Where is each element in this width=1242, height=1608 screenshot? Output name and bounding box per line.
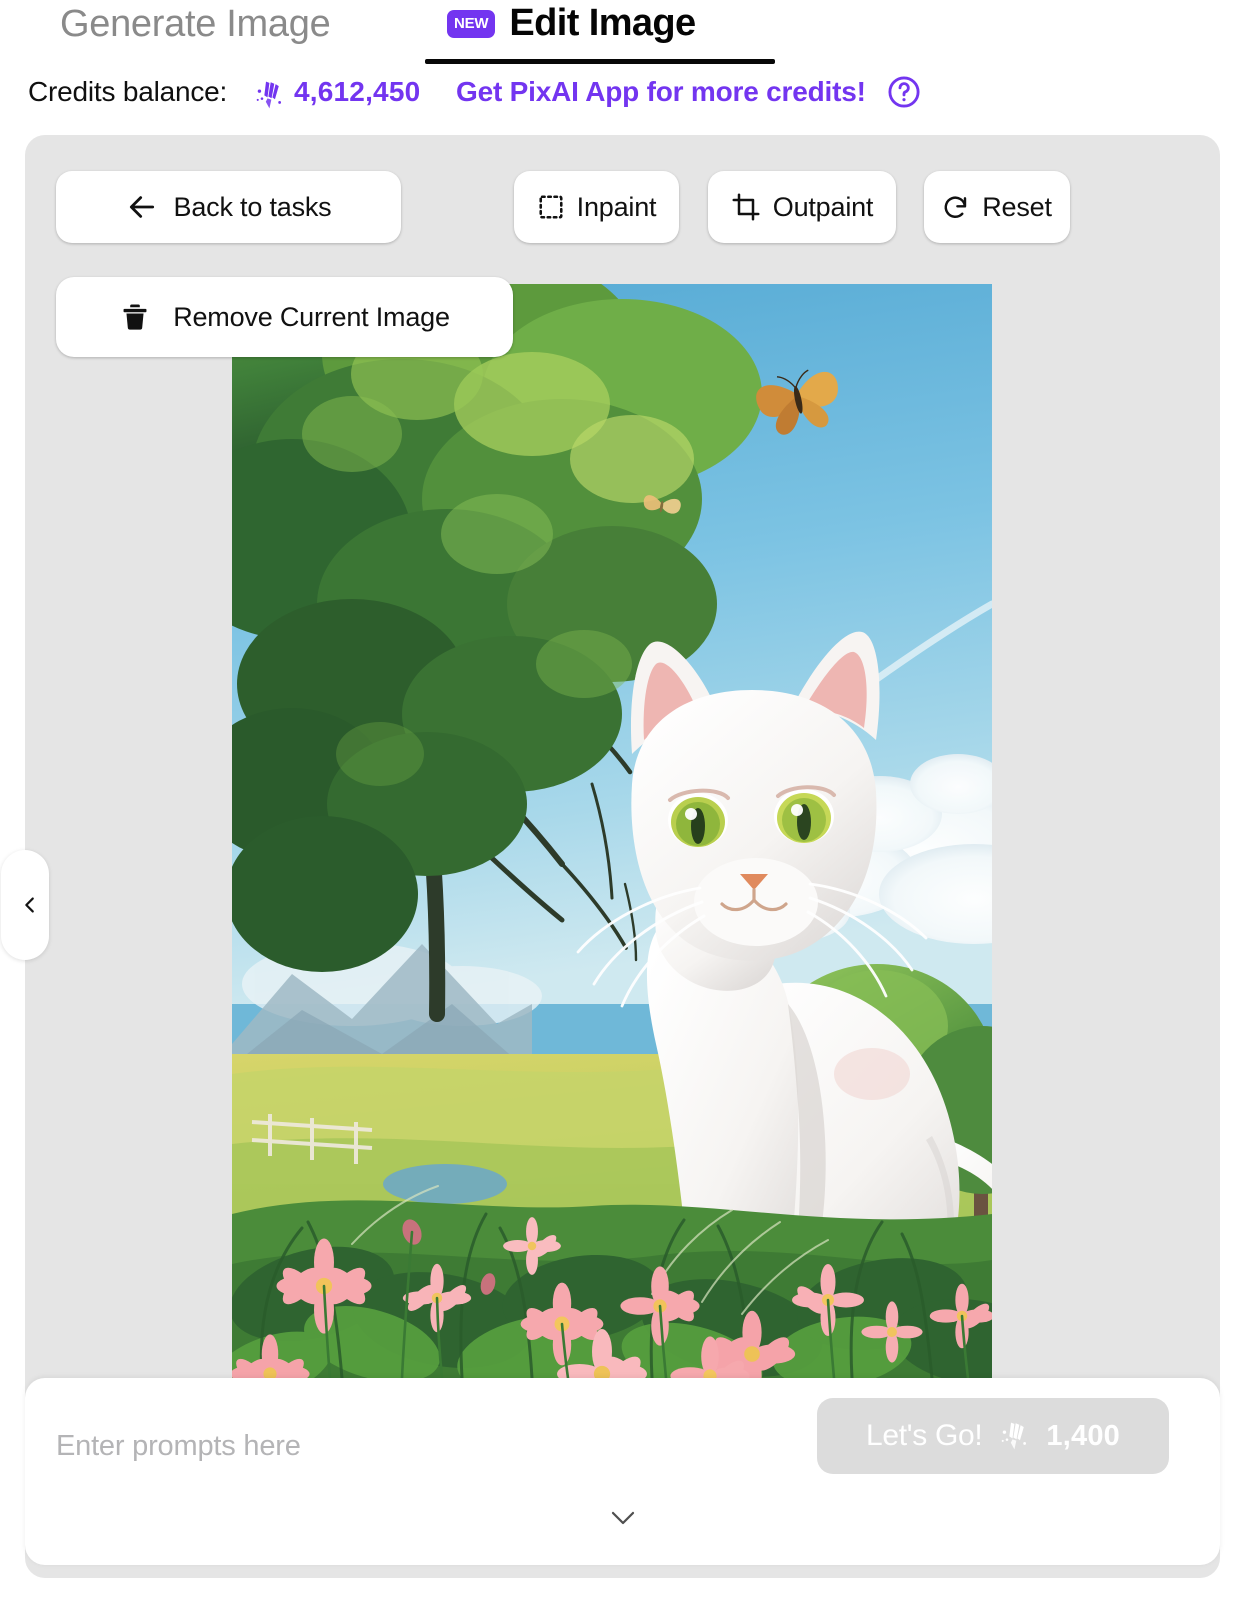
inpaint-label: Inpaint xyxy=(577,192,657,223)
credits-bar: Credits balance: 4,612,450 Get PixAI App… xyxy=(0,72,1242,118)
get-pixai-app-link[interactable]: Get PixAI App for more credits! xyxy=(456,76,866,108)
tab-generate-image[interactable]: Generate Image xyxy=(60,3,330,46)
new-badge: NEW xyxy=(447,10,495,38)
chevron-left-icon xyxy=(19,890,41,920)
cat-meadow-illustration xyxy=(232,284,992,1378)
lets-go-cost: 1,400 xyxy=(1046,1420,1120,1453)
expand-prompt-panel-button[interactable] xyxy=(25,1508,1220,1528)
question-mark-circle-icon[interactable] xyxy=(886,74,922,110)
inpaint-button[interactable]: Inpaint xyxy=(514,171,679,243)
arrow-left-icon xyxy=(126,191,158,223)
refresh-icon xyxy=(942,193,970,221)
credits-gem-icon xyxy=(252,78,286,112)
tab-edit-image[interactable]: NEW Edit Image xyxy=(447,2,696,45)
lets-go-submit-button[interactable]: Let's Go! 1,400 xyxy=(817,1398,1169,1474)
dashed-square-icon xyxy=(537,193,565,221)
remove-current-image-label: Remove Current Image xyxy=(173,302,450,333)
back-to-tasks-label: Back to tasks xyxy=(174,192,332,223)
trash-icon xyxy=(119,301,151,333)
active-tab-underline xyxy=(425,59,775,64)
lets-go-label: Let's Go! xyxy=(866,1419,982,1453)
outpaint-label: Outpaint xyxy=(773,192,873,223)
remove-current-image-button[interactable]: Remove Current Image xyxy=(56,277,513,357)
chevron-down-icon xyxy=(608,1508,638,1528)
credits-balance-label: Credits balance: xyxy=(28,76,227,108)
credits-gem-icon xyxy=(997,1419,1031,1453)
crop-icon xyxy=(731,192,761,222)
prompt-input[interactable] xyxy=(56,1420,816,1472)
reset-button[interactable]: Reset xyxy=(924,171,1070,243)
tab-edit-image-label: Edit Image xyxy=(509,2,695,45)
reset-label: Reset xyxy=(982,192,1052,223)
credits-balance-value: 4,612,450 xyxy=(294,76,420,108)
prompt-bar: Let's Go! 1,400 xyxy=(25,1378,1220,1565)
edited-image-canvas[interactable] xyxy=(232,284,992,1378)
sidebar-collapse-handle[interactable] xyxy=(1,850,49,960)
back-to-tasks-button[interactable]: Back to tasks xyxy=(56,171,401,243)
app-root: Generate Image NEW Edit Image Credits ba… xyxy=(0,0,1242,1608)
editor-panel: Back to tasks Inpaint Outpaint xyxy=(25,135,1220,1578)
top-tab-bar: Generate Image NEW Edit Image xyxy=(0,0,1242,68)
outpaint-button[interactable]: Outpaint xyxy=(708,171,896,243)
